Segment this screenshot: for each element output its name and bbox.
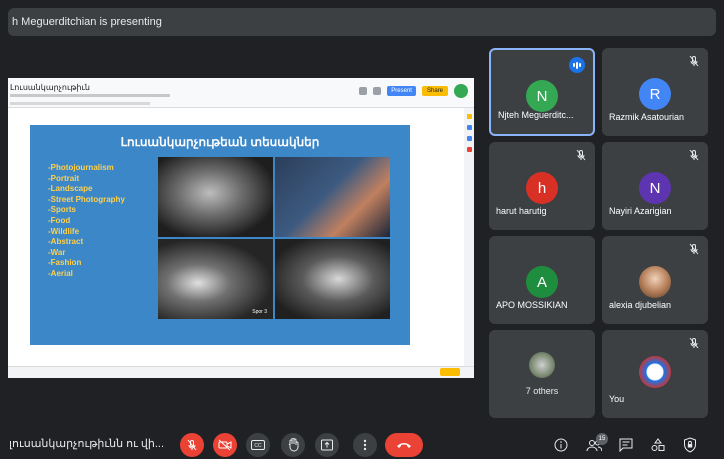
people-count-badge: 15 xyxy=(596,433,608,445)
meeting-details-button[interactable] xyxy=(551,435,571,455)
participant-name: Njteh Meguerditc... xyxy=(498,110,574,120)
raise-hand-button[interactable] xyxy=(281,433,305,457)
participant-tile[interactable]: N Nayiri Azarigian xyxy=(602,142,708,230)
comments-icon xyxy=(359,87,368,95)
people-button[interactable]: 15 xyxy=(584,433,608,455)
present-screen-icon xyxy=(321,439,333,451)
photo-grid: Spor 3 xyxy=(158,157,390,319)
keep-icon xyxy=(466,114,472,119)
mic-toggle-button[interactable] xyxy=(180,433,204,457)
presentation-slide: Լուսանկարչութեան տեսակներ -Photojournali… xyxy=(30,125,410,345)
topic-item: -Landscape xyxy=(48,184,93,194)
doc-title: Լուսանկարչութիւն xyxy=(10,83,90,92)
hang-up-icon xyxy=(397,443,411,448)
chat-button[interactable] xyxy=(616,435,636,455)
presenting-text: h Meguerditchian is presenting xyxy=(12,16,162,28)
mic-off-icon xyxy=(576,149,586,161)
more-options-button[interactable] xyxy=(353,433,377,457)
topic-item: -Aerial xyxy=(48,268,73,278)
leave-call-button[interactable] xyxy=(385,433,423,457)
slides-menu-bar xyxy=(10,94,170,97)
avatar: N xyxy=(639,172,671,204)
avatar: N xyxy=(526,80,558,112)
soldier-photo xyxy=(275,157,390,237)
self-avatar xyxy=(639,356,671,388)
participant-tile[interactable]: R Razmik Asatourian xyxy=(602,48,708,136)
topic-item: -Abstract xyxy=(48,237,84,247)
topic-item: -Wildlife xyxy=(48,226,80,236)
topic-item: -Street Photography xyxy=(48,194,125,204)
avatar: A xyxy=(526,266,558,298)
info-icon xyxy=(554,438,568,452)
portrait-photo xyxy=(158,157,273,237)
meeting-controls: լուսանկարչութիւնն ու վի... CC 15 xyxy=(0,425,724,459)
slides-toolbar: Լուսանկարչութիւն Present Share xyxy=(8,78,474,108)
topic-item: -Photojournalism xyxy=(48,163,114,172)
participant-name: alexia djubelian xyxy=(609,300,672,310)
participant-name: APO MOSSIKIAN xyxy=(496,300,568,310)
share-status-bar xyxy=(8,366,474,378)
maps-icon xyxy=(466,147,472,152)
profile-photo xyxy=(639,266,671,298)
activities-icon xyxy=(651,438,665,451)
activities-button[interactable] xyxy=(648,435,668,455)
topic-item: -Fashion xyxy=(48,258,82,268)
chat-icon xyxy=(619,438,633,452)
participant-tile[interactable]: N Njteh Meguerditc... xyxy=(489,48,595,136)
participant-tile[interactable]: alexia djubelian xyxy=(602,236,708,324)
participant-tile[interactable]: A APO MOSSIKIAN xyxy=(489,236,595,324)
self-label: You xyxy=(609,394,625,404)
host-controls-button[interactable] xyxy=(680,435,700,455)
share-doc-button: Share xyxy=(421,86,448,96)
doc-user-avatar xyxy=(454,84,468,98)
svg-text:CC: CC xyxy=(254,443,262,449)
topic-item: -Sports xyxy=(48,205,76,215)
mic-off-icon xyxy=(187,439,197,451)
meeting-title: լուսանկարչութիւնն ու վի... xyxy=(9,438,165,450)
captions-button[interactable]: CC xyxy=(246,433,270,457)
contacts-icon xyxy=(466,136,472,141)
mic-off-icon xyxy=(689,243,699,255)
topic-item: -War xyxy=(48,247,66,257)
shared-screen: Լուսանկարչութիւն Present Share Լուսանկար… xyxy=(8,78,474,378)
photo-credit: Spor 3 xyxy=(252,309,267,315)
mic-off-icon xyxy=(689,337,699,349)
participant-name: harut harutig xyxy=(496,206,547,216)
present-now-button[interactable] xyxy=(315,433,339,457)
others-tile[interactable]: 7 others xyxy=(489,330,595,418)
speaking-indicator-icon xyxy=(569,57,585,73)
shield-lock-icon xyxy=(684,437,696,453)
others-avatars xyxy=(529,352,555,378)
slides-tool-bar xyxy=(10,102,150,105)
participant-name: Nayiri Azarigian xyxy=(609,206,672,216)
self-tile[interactable]: You xyxy=(602,330,708,418)
tasks-icon xyxy=(466,125,472,130)
topic-item: -Portrait xyxy=(48,173,80,183)
captions-icon: CC xyxy=(251,440,265,450)
violinist-photo: Spor 3 xyxy=(158,239,273,319)
participant-tile[interactable]: h harut harutig xyxy=(489,142,595,230)
mic-off-icon xyxy=(689,55,699,67)
camera-toggle-button[interactable] xyxy=(213,433,237,457)
mic-off-icon xyxy=(689,149,699,161)
camera-off-icon xyxy=(218,439,232,451)
avatar: R xyxy=(639,78,671,110)
video-icon xyxy=(373,87,382,95)
more-vert-icon xyxy=(363,439,367,451)
slide-heading: Լուսանկարչութեան տեսակներ xyxy=(120,135,320,149)
presenter-banner: h Meguerditchian is presenting xyxy=(8,8,716,36)
umbrella-photo xyxy=(275,239,390,319)
avatar: h xyxy=(526,172,558,204)
others-label: 7 others xyxy=(525,386,559,396)
topic-item: -Food xyxy=(48,215,71,225)
explore-chip xyxy=(440,368,460,376)
topics-list: -Photojournalism -Portrait -Landscape -S… xyxy=(48,163,125,280)
slides-side-panel xyxy=(464,108,474,378)
present-button: Present xyxy=(387,86,416,96)
hand-icon xyxy=(288,438,299,452)
participant-name: Razmik Asatourian xyxy=(609,112,685,122)
